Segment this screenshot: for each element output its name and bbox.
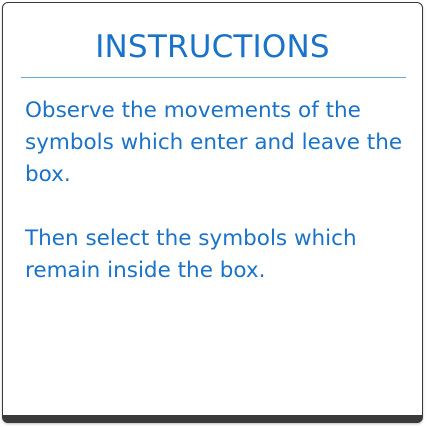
instruction-paragraph-observe: Observe the movements of the symbols whi… (25, 98, 403, 187)
instructions-body: Observe the movements of the symbols whi… (25, 95, 412, 319)
title-divider (21, 77, 406, 78)
instructions-panel: INSTRUCTIONS Observe the movements of th… (2, 2, 423, 423)
instructions-title: INSTRUCTIONS (95, 29, 330, 65)
instruction-paragraph-select: Then select the symbols which remain ins… (25, 226, 357, 283)
